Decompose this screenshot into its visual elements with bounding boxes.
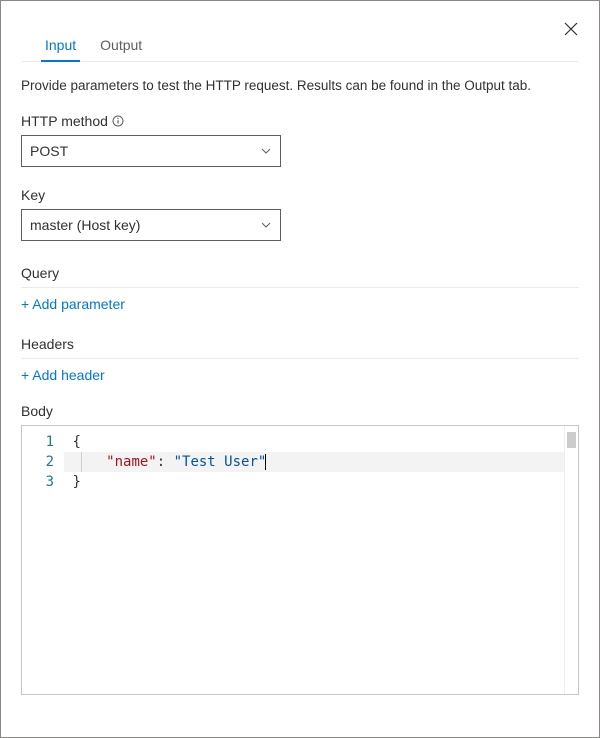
tab-input[interactable]: Input bbox=[45, 29, 76, 61]
headers-label: Headers bbox=[21, 332, 579, 359]
tabs: Input Output bbox=[21, 29, 579, 62]
description-text: Provide parameters to test the HTTP requ… bbox=[21, 78, 579, 93]
http-method-section: HTTP method POST bbox=[21, 113, 579, 167]
body-editor[interactable]: 1 2 3 { "name": "Test User" } bbox=[21, 425, 579, 695]
tab-output[interactable]: Output bbox=[100, 29, 142, 61]
close-icon[interactable] bbox=[563, 21, 579, 37]
chevron-down-icon bbox=[260, 219, 272, 231]
key-label: Key bbox=[21, 187, 579, 203]
body-label: Body bbox=[21, 403, 579, 419]
body-section: Body 1 2 3 { "name": "Test User" } bbox=[21, 403, 579, 695]
text-cursor bbox=[265, 454, 266, 470]
minimap-thumb[interactable] bbox=[567, 432, 576, 448]
key-value: master (Host key) bbox=[30, 217, 140, 233]
code-area[interactable]: { "name": "Test User" } bbox=[64, 426, 564, 694]
add-parameter-link[interactable]: + Add parameter bbox=[21, 296, 125, 312]
chevron-down-icon bbox=[260, 145, 272, 157]
minimap[interactable] bbox=[564, 426, 578, 694]
query-section: Query + Add parameter bbox=[21, 261, 579, 312]
http-method-select[interactable]: POST bbox=[21, 135, 281, 167]
info-icon[interactable] bbox=[112, 115, 124, 127]
headers-section: Headers + Add header bbox=[21, 332, 579, 383]
http-method-value: POST bbox=[30, 143, 68, 159]
add-header-link[interactable]: + Add header bbox=[21, 367, 105, 383]
key-section: Key master (Host key) bbox=[21, 187, 579, 241]
query-label: Query bbox=[21, 261, 579, 288]
key-select[interactable]: master (Host key) bbox=[21, 209, 281, 241]
line-numbers: 1 2 3 bbox=[22, 426, 64, 694]
http-method-label: HTTP method bbox=[21, 113, 579, 129]
